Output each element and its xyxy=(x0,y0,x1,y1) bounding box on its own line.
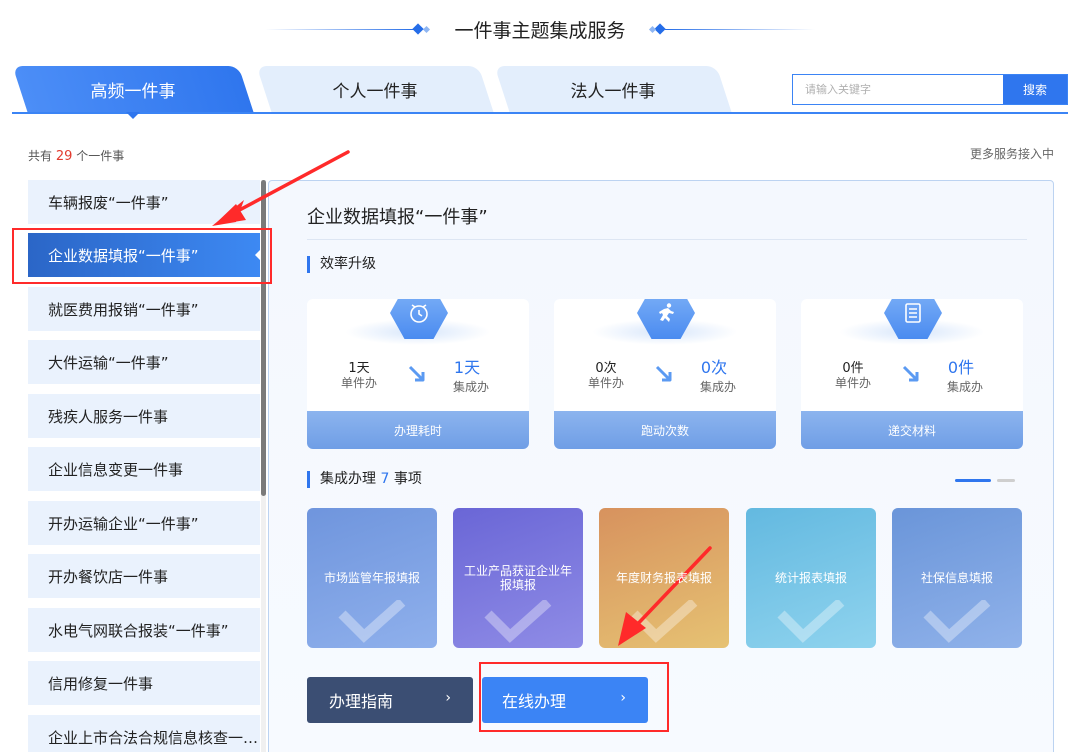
combined-value: 0件 xyxy=(947,358,975,377)
combined-label: 集成办 xyxy=(946,380,983,394)
tab-label: 高频一件事 xyxy=(90,81,176,102)
page-header: 一件事主题集成服务 xyxy=(0,0,1080,58)
highlight-box-sidebar xyxy=(12,228,272,284)
stat-footer: 跑动次数 xyxy=(554,411,776,449)
list-item[interactable]: 开办运输企业“一件事” xyxy=(28,501,260,545)
checkmark-icon xyxy=(630,600,698,643)
stat-card-visits: 0次 单件办 0次 集成办 跑动次数 xyxy=(554,299,776,449)
header-decor-line-right xyxy=(665,29,815,30)
integrated-item-label: 工业产品获证企业年报填报 xyxy=(463,564,572,592)
list-item[interactable]: 信用修复一件事 xyxy=(28,661,260,705)
integrated-count: 7 xyxy=(380,471,390,487)
checkmark-icon xyxy=(923,600,991,643)
single-label: 单件办 xyxy=(834,376,871,390)
list-item[interactable]: 开办餐饮店一件事 xyxy=(28,554,260,598)
list-item[interactable]: 残疾人服务一件事 xyxy=(28,394,260,438)
search-input[interactable] xyxy=(805,75,995,104)
arrow-down-right-icon xyxy=(408,365,425,382)
detail-title: 企业数据填报“一件事” xyxy=(307,207,488,228)
guide-button-label: 办理指南 xyxy=(329,692,394,711)
arrow-down-right-icon xyxy=(655,365,672,382)
integrated-heading-suffix: 事项 xyxy=(393,471,422,487)
list-item[interactable]: 企业信息变更一件事 xyxy=(28,447,260,491)
integrated-item-card[interactable]: 统计报表填报 xyxy=(746,508,876,648)
integrated-item-label: 统计报表填报 xyxy=(774,571,847,585)
list-item[interactable]: 企业上市合法合规信息核查一… xyxy=(28,715,260,752)
single-label: 单件办 xyxy=(340,376,377,390)
tab-label: 个人一件事 xyxy=(332,81,418,102)
integrated-item-card[interactable]: 市场监管年报填报 xyxy=(307,508,437,648)
guide-button[interactable]: 办理指南 › xyxy=(307,677,473,723)
chevron-right-icon: › xyxy=(445,690,451,706)
tab-active-caret xyxy=(126,112,140,119)
page-title: 一件事主题集成服务 xyxy=(454,20,626,42)
list-item[interactable]: 大件运输“一件事” xyxy=(28,340,260,384)
checkmark-icon xyxy=(338,600,406,643)
pager-dot[interactable] xyxy=(997,479,1015,482)
list-item[interactable]: 车辆报废“一件事” xyxy=(28,180,260,224)
title-divider xyxy=(307,239,1027,240)
integrated-item-label: 社保信息填报 xyxy=(920,571,993,585)
tab-label: 法人一件事 xyxy=(570,81,656,102)
integrated-item-card[interactable]: 工业产品获证企业年报填报 xyxy=(453,508,583,648)
integrated-heading: 集成办理 7 事项 xyxy=(307,471,422,488)
integrated-item-card[interactable]: 年度财务报表填报 xyxy=(599,508,729,648)
combined-label: 集成办 xyxy=(699,380,736,394)
tab-high-frequency[interactable]: 高频一件事 xyxy=(12,66,254,119)
stat-footer: 递交材料 xyxy=(801,411,1023,449)
combined-label: 集成办 xyxy=(452,380,489,394)
service-count: 共有 29 个一件事 xyxy=(28,147,124,164)
pager-dot-active[interactable] xyxy=(955,479,991,482)
arrow-down-right-icon xyxy=(902,365,919,382)
stat-footer: 办理耗时 xyxy=(307,411,529,449)
count-prefix: 共有 xyxy=(28,149,53,163)
combined-value: 0次 xyxy=(700,358,728,377)
list-item[interactable]: 就医费用报销“一件事” xyxy=(28,287,260,331)
integrated-item-card[interactable]: 社保信息填报 xyxy=(892,508,1022,648)
checkmark-icon xyxy=(484,600,552,643)
highlight-box-online-button xyxy=(479,662,669,732)
integrated-item-label: 市场监管年报填报 xyxy=(323,571,420,585)
count-suffix: 个一件事 xyxy=(76,149,125,163)
search-button[interactable]: 搜索 xyxy=(1003,75,1067,104)
checkmark-icon xyxy=(777,600,845,643)
combined-value: 1天 xyxy=(453,358,481,377)
list-item[interactable]: 水电气网联合报装“一件事” xyxy=(28,608,260,652)
search-box: 搜索 xyxy=(792,74,1068,105)
tabs-baseline xyxy=(12,112,1068,114)
more-services-label: 更多服务接入中 xyxy=(969,147,1054,161)
single-label: 单件办 xyxy=(587,376,624,390)
stat-card-time: 1天 单件办 1天 集成办 办理耗时 xyxy=(307,299,529,449)
stat-card-materials: 0件 单件办 0件 集成办 递交材料 xyxy=(801,299,1023,449)
tab-legal-entity[interactable]: 法人一件事 xyxy=(494,66,732,112)
integrated-item-label: 年度财务报表填报 xyxy=(615,571,712,585)
efficiency-heading: 效率升级 xyxy=(307,256,376,273)
count-number: 29 xyxy=(55,149,73,164)
integrated-heading-prefix: 集成办理 xyxy=(320,471,376,487)
tab-personal[interactable]: 个人一件事 xyxy=(256,66,494,112)
